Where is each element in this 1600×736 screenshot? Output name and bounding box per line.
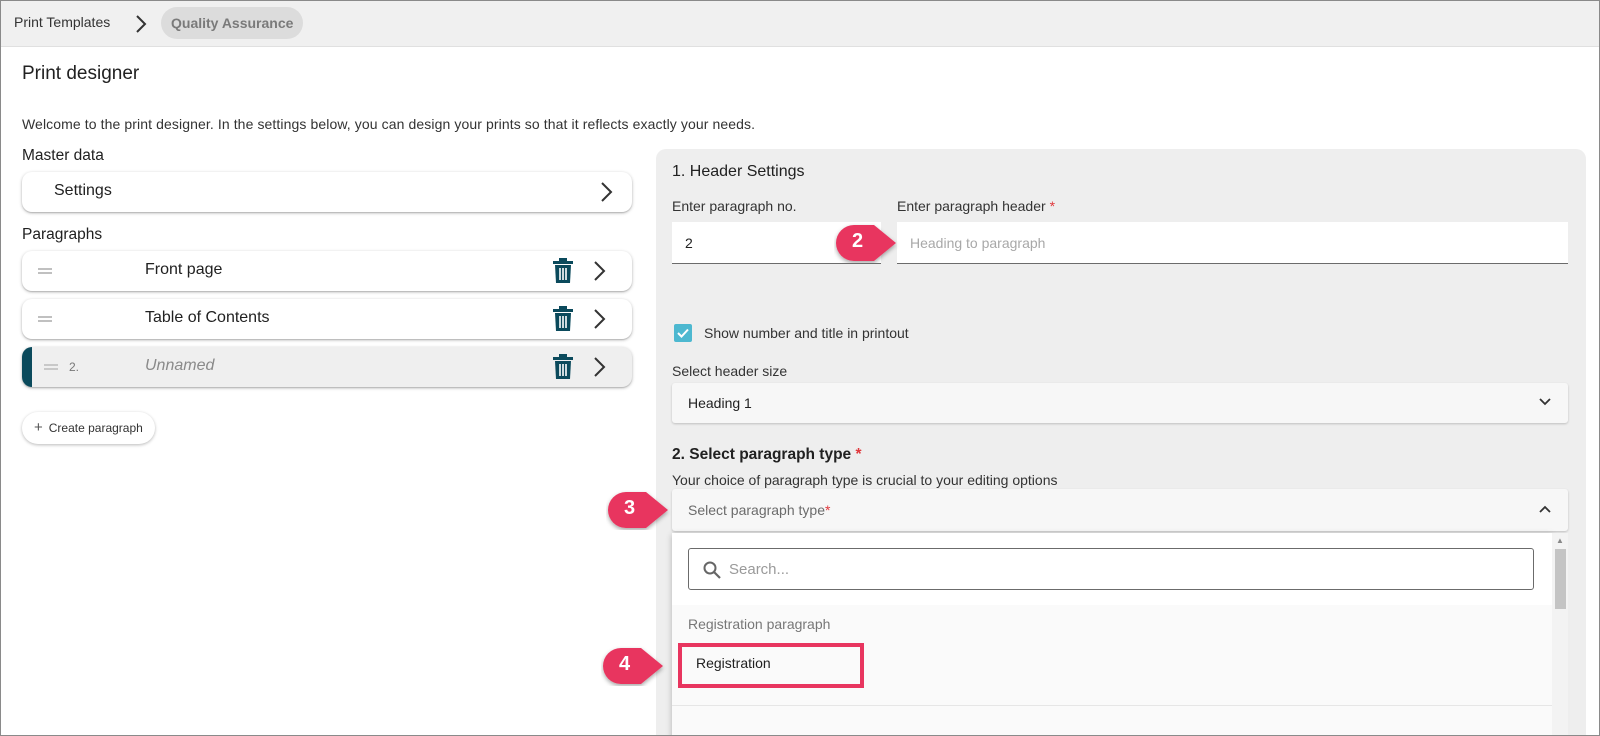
page-title: Print designer xyxy=(22,63,140,84)
required-mark: * xyxy=(855,446,862,463)
paragraph-item[interactable]: Front page xyxy=(22,251,632,291)
paragraph-type-description: Your choice of paragraph type is crucial… xyxy=(672,472,1058,488)
search-input[interactable]: Search... xyxy=(688,548,1534,590)
breadcrumb: Print Templates Quality Assurance xyxy=(1,1,1599,47)
drag-handle-icon[interactable] xyxy=(44,364,58,370)
trash-icon[interactable] xyxy=(552,354,574,380)
paragraph-label: Table of Contents xyxy=(145,309,270,326)
header-size-label: Select header size xyxy=(672,363,788,379)
drag-handle-icon[interactable] xyxy=(38,316,52,322)
paragraph-no-label: Enter paragraph no. xyxy=(672,198,797,214)
dropdown-scrollbar[interactable]: ▲ xyxy=(1552,533,1568,735)
show-number-label: Show number and title in printout xyxy=(704,325,909,341)
breadcrumb-print-templates[interactable]: Print Templates xyxy=(14,14,110,30)
callout-3-icon xyxy=(608,492,668,528)
divider xyxy=(672,705,1552,706)
paragraphs-label: Paragraphs xyxy=(22,226,103,243)
callout-4-label: 4 xyxy=(619,653,631,675)
chevron-right-icon[interactable] xyxy=(592,356,606,378)
required-mark: * xyxy=(1049,198,1056,214)
show-number-checkbox[interactable] xyxy=(674,324,692,342)
paragraph-item-active[interactable]: 2. Unnamed xyxy=(22,347,632,387)
dropdown-search-area: Search... xyxy=(672,533,1552,605)
paragraph-type-placeholder: Select paragraph type* xyxy=(688,502,831,518)
chevron-right-icon[interactable] xyxy=(592,260,606,282)
plus-icon: + xyxy=(34,419,43,436)
trash-icon[interactable] xyxy=(552,306,574,332)
callout-3-label: 3 xyxy=(624,497,636,519)
option-group-label: Registration paragraph xyxy=(688,616,831,632)
paragraph-number: 2. xyxy=(69,360,80,374)
active-indicator xyxy=(22,347,32,387)
trash-icon[interactable] xyxy=(552,258,574,284)
header-size-value: Heading 1 xyxy=(688,395,752,411)
settings-card[interactable]: Settings xyxy=(22,172,632,212)
paragraph-label: Front page xyxy=(145,261,223,278)
chevron-right-icon xyxy=(136,15,147,33)
scroll-up-icon[interactable]: ▲ xyxy=(1556,536,1564,545)
header-size-select[interactable]: Heading 1 xyxy=(672,383,1568,423)
app-window: Print Templates Quality Assurance Print … xyxy=(0,0,1600,736)
header-settings-heading: 1. Header Settings xyxy=(672,163,805,180)
checkmark-icon xyxy=(677,328,689,338)
paragraph-type-select[interactable]: Select paragraph type* xyxy=(672,489,1568,531)
callout-2-label: 2 xyxy=(852,230,864,252)
callout-4-icon xyxy=(603,648,663,684)
create-paragraph-label: Create paragraph xyxy=(48,421,143,435)
paragraph-header-input[interactable]: Heading to paragraph xyxy=(897,222,1568,264)
callout-2-icon xyxy=(836,225,896,261)
master-data-label: Master data xyxy=(22,147,104,164)
paragraph-type-dropdown: Search... Registration paragraph Registr… xyxy=(672,533,1552,735)
chevron-right-icon xyxy=(601,182,613,202)
breadcrumb-quality-assurance[interactable]: Quality Assurance xyxy=(161,7,304,39)
paragraph-label: Unnamed xyxy=(145,357,215,374)
paragraph-header-label: Enter paragraph header * xyxy=(897,198,1056,214)
chevron-right-icon[interactable] xyxy=(592,308,606,330)
highlight-box xyxy=(678,643,864,688)
welcome-text: Welcome to the print designer. In the se… xyxy=(22,116,756,132)
drag-handle-icon[interactable] xyxy=(38,268,52,274)
paragraph-type-heading: 2. Select paragraph type * xyxy=(672,446,862,463)
settings-label: Settings xyxy=(54,182,112,199)
create-paragraph-button[interactable]: + Create paragraph xyxy=(22,412,155,444)
search-placeholder: Search... xyxy=(729,561,790,578)
paragraph-item[interactable]: Table of Contents xyxy=(22,299,632,339)
chevron-down-icon xyxy=(1539,398,1551,406)
scroll-thumb[interactable] xyxy=(1555,549,1566,609)
search-icon xyxy=(703,561,721,579)
chevron-up-icon xyxy=(1539,505,1551,513)
